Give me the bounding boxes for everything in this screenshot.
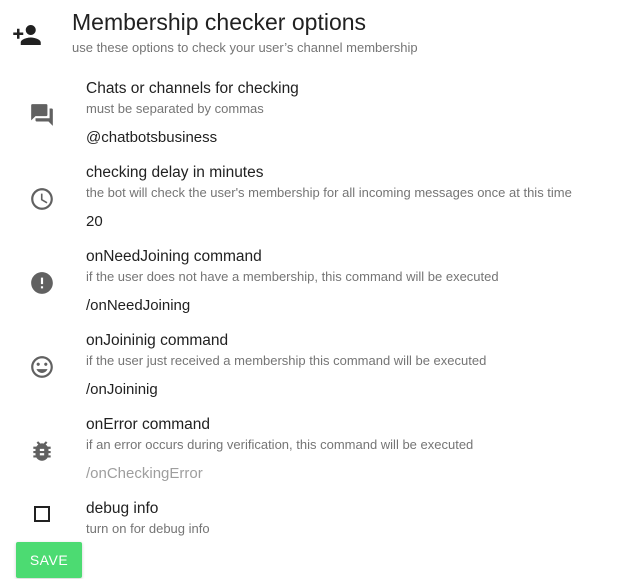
field-error: onError command if an error occurs durin…	[0, 416, 630, 500]
field-label: Chats or channels for checking	[86, 80, 299, 97]
field-hint: if the user just received a membership t…	[86, 353, 487, 368]
field-joining: onJoininig command if the user just rece…	[0, 332, 630, 416]
joining-input[interactable]	[86, 378, 606, 400]
save-button[interactable]: SAVE	[16, 542, 82, 578]
clock-icon	[29, 186, 55, 212]
need-joining-input[interactable]	[86, 294, 606, 316]
page-subtitle: use these options to check your user’s c…	[72, 40, 418, 55]
field-label: onError command	[86, 416, 211, 433]
field-delay: checking delay in minutes the bot will c…	[0, 164, 630, 248]
field-need-joining: onNeedJoining command if the user does n…	[0, 248, 630, 332]
checkbox-blank-icon	[34, 506, 50, 522]
debug-checkbox[interactable]	[33, 505, 51, 523]
smiley-icon	[29, 354, 55, 380]
delay-input[interactable]	[86, 210, 606, 232]
debug-label: debug info	[86, 500, 159, 517]
forum-icon	[29, 102, 55, 128]
error-input[interactable]	[86, 462, 606, 484]
bug-icon	[29, 438, 55, 464]
field-hint: if the user does not have a membership, …	[86, 269, 499, 284]
field-label: onNeedJoining command	[86, 248, 262, 265]
field-hint: if an error occurs during verification, …	[86, 437, 474, 452]
chats-input[interactable]	[86, 126, 606, 148]
page-title: Membership checker options	[72, 9, 367, 35]
field-label: onJoininig command	[86, 332, 229, 349]
field-chats: Chats or channels for checking must be s…	[0, 80, 630, 164]
alert-circle-icon	[29, 270, 55, 296]
debug-hint: turn on for debug info	[86, 521, 210, 536]
field-hint: the bot will check the user's membership…	[86, 185, 572, 200]
field-label: checking delay in minutes	[86, 164, 264, 181]
person-add-icon	[13, 25, 41, 45]
field-hint: must be separated by commas	[86, 101, 264, 116]
